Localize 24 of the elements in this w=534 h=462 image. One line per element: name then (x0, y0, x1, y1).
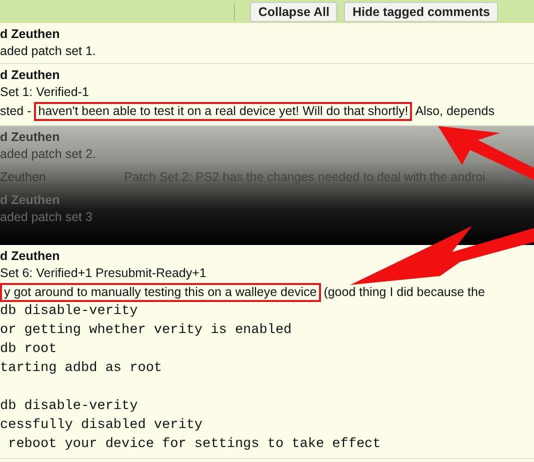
comment-text: sted - (0, 104, 32, 119)
comment-text: Set 6: Verified+1 Presubmit-Ready+1 (0, 266, 206, 281)
highlighted-comment-text: y got around to manually testing this on a walleye device (0, 283, 321, 302)
toolbar-button[interactable]: Hide tagged comments (344, 2, 498, 22)
comment-text: (good thing I did because the (324, 285, 485, 300)
comment-text: Set 1: Verified-1 (0, 85, 89, 100)
code-line: db disable-verity (0, 303, 139, 321)
code-line: db disable-verity (0, 398, 139, 416)
code-line: reboot your device for settings to take effect (7, 436, 382, 454)
comment-text: Also, depends (415, 104, 494, 119)
comment-author: d Zeuthen (0, 193, 61, 208)
code-line: or getting whether verity is enabled (0, 322, 293, 340)
comment-text: aded patch set 2. (0, 147, 96, 162)
toolbar-button[interactable]: Collapse All (250, 2, 338, 22)
highlighted-comment-text: haven't been able to test it on a real device yet! Will do that shortly! (34, 102, 412, 121)
comment-author: d Zeuthen (0, 68, 61, 83)
code-line: tarting adbd as root (0, 360, 164, 378)
comment-author: d Zeuthen (0, 130, 61, 145)
comment-author: d Zeuthen (0, 249, 61, 264)
code-line: db root (0, 341, 58, 359)
comment-text: aded patch set 3 (0, 210, 92, 225)
code-line: cessfully disabled verity (0, 417, 204, 435)
comment-text: aded patch set 1. (0, 44, 96, 59)
comment-author: d Zeuthen (0, 27, 61, 42)
